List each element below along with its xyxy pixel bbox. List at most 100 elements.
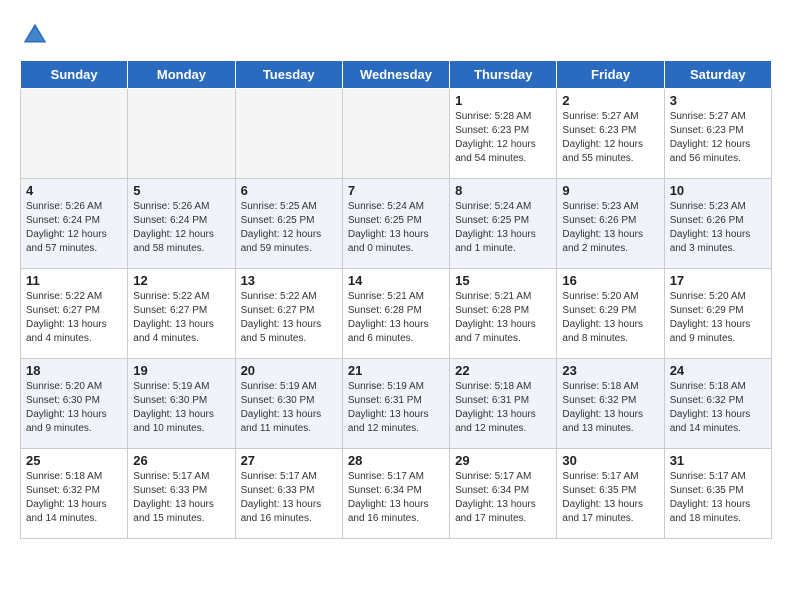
week-row-1: 1 Sunrise: 5:28 AM Sunset: 6:23 PM Daylig… <box>21 89 772 179</box>
day-number: 14 <box>348 273 444 288</box>
calendar-cell-17: 17 Sunrise: 5:20 AM Sunset: 6:29 PM Dayli… <box>664 269 771 359</box>
day-number: 23 <box>562 363 658 378</box>
day-number: 2 <box>562 93 658 108</box>
calendar-cell-empty <box>21 89 128 179</box>
day-number: 7 <box>348 183 444 198</box>
calendar-cell-7: 7Sunrise: 5:24 AM Sunset: 6:25 PM Daylig… <box>342 179 449 269</box>
day-number: 21 <box>348 363 444 378</box>
calendar-cell-23: 23Sunrise: 5:18 AM Sunset: 6:32 PM Dayli… <box>557 359 664 449</box>
day-number: 3 <box>670 93 766 108</box>
day-number: 31 <box>670 453 766 468</box>
page-header <box>20 20 772 50</box>
calendar-cell-13: 13 Sunrise: 5:22 AM Sunset: 6:27 PM Dayli… <box>235 269 342 359</box>
day-info: Sunrise: 5:21 AM Sunset: 6:28 PM Dayligh… <box>348 290 444 346</box>
week-row-2: 4 Sunrise: 5:26 AM Sunset: 6:24 PM Daylig… <box>21 179 772 269</box>
week-row-3: 11 Sunrise: 5:22 AM Sunset: 6:27 PM Dayli… <box>21 269 772 359</box>
week-row-5: 25 Sunrise: 5:18 AM Sunset: 6:32 PM Dayli… <box>21 449 772 539</box>
calendar-cell-19: 19 Sunrise: 5:19 AM Sunset: 6:30 PM Dayli… <box>128 359 235 449</box>
day-info: Sunrise: 5:19 AM Sunset: 6:30 PM Dayligh… <box>241 380 337 436</box>
calendar-cell-2: 2 Sunrise: 5:27 AM Sunset: 6:23 PM Daylig… <box>557 89 664 179</box>
day-number: 29 <box>455 453 551 468</box>
day-number: 9 <box>562 183 658 198</box>
calendar-cell-27: 27Sunrise: 5:17 AM Sunset: 6:33 PM Dayli… <box>235 449 342 539</box>
calendar-cell-10: 10 Sunrise: 5:23 AM Sunset: 6:26 PM Dayli… <box>664 179 771 269</box>
day-info: Sunrise: 5:17 AM Sunset: 6:34 PM Dayligh… <box>455 470 551 526</box>
calendar-cell-empty <box>235 89 342 179</box>
weekday-header-sunday: Sunday <box>21 61 128 89</box>
day-info: Sunrise: 5:27 AM Sunset: 6:23 PM Dayligh… <box>562 110 658 166</box>
calendar-cell-31: 31 Sunrise: 5:17 AM Sunset: 6:35 PM Dayli… <box>664 449 771 539</box>
day-info: Sunrise: 5:26 AM Sunset: 6:24 PM Dayligh… <box>133 200 229 256</box>
calendar-cell-12: 12 Sunrise: 5:22 AM Sunset: 6:27 PM Dayli… <box>128 269 235 359</box>
day-info: Sunrise: 5:19 AM Sunset: 6:30 PM Dayligh… <box>133 380 229 436</box>
calendar-cell-6: 6 Sunrise: 5:25 AM Sunset: 6:25 PM Daylig… <box>235 179 342 269</box>
calendar-cell-26: 26 Sunrise: 5:17 AM Sunset: 6:33 PM Dayli… <box>128 449 235 539</box>
day-info: Sunrise: 5:20 AM Sunset: 6:29 PM Dayligh… <box>670 290 766 346</box>
day-info: Sunrise: 5:27 AM Sunset: 6:23 PM Dayligh… <box>670 110 766 166</box>
day-info: Sunrise: 5:19 AM Sunset: 6:31 PM Dayligh… <box>348 380 444 436</box>
calendar-cell-15: 15Sunrise: 5:21 AM Sunset: 6:28 PM Dayli… <box>450 269 557 359</box>
calendar-cell-22: 22Sunrise: 5:18 AM Sunset: 6:31 PM Dayli… <box>450 359 557 449</box>
calendar-cell-16: 16 Sunrise: 5:20 AM Sunset: 6:29 PM Dayli… <box>557 269 664 359</box>
day-info: Sunrise: 5:25 AM Sunset: 6:25 PM Dayligh… <box>241 200 337 256</box>
calendar-table: SundayMondayTuesdayWednesdayThursdayFrid… <box>20 60 772 539</box>
day-info: Sunrise: 5:28 AM Sunset: 6:23 PM Dayligh… <box>455 110 551 166</box>
day-info: Sunrise: 5:17 AM Sunset: 6:35 PM Dayligh… <box>562 470 658 526</box>
day-number: 13 <box>241 273 337 288</box>
calendar-cell-8: 8Sunrise: 5:24 AM Sunset: 6:25 PM Daylig… <box>450 179 557 269</box>
day-number: 11 <box>26 273 122 288</box>
day-info: Sunrise: 5:17 AM Sunset: 6:33 PM Dayligh… <box>133 470 229 526</box>
day-info: Sunrise: 5:20 AM Sunset: 6:30 PM Dayligh… <box>26 380 122 436</box>
weekday-header-monday: Monday <box>128 61 235 89</box>
calendar-cell-empty <box>128 89 235 179</box>
calendar-cell-1: 1 Sunrise: 5:28 AM Sunset: 6:23 PM Daylig… <box>450 89 557 179</box>
calendar-cell-30: 30 Sunrise: 5:17 AM Sunset: 6:35 PM Dayli… <box>557 449 664 539</box>
day-number: 6 <box>241 183 337 198</box>
calendar-cell-18: 18 Sunrise: 5:20 AM Sunset: 6:30 PM Dayli… <box>21 359 128 449</box>
day-number: 16 <box>562 273 658 288</box>
day-number: 1 <box>455 93 551 108</box>
logo-icon <box>20 20 50 50</box>
day-info: Sunrise: 5:17 AM Sunset: 6:34 PM Dayligh… <box>348 470 444 526</box>
weekday-header-saturday: Saturday <box>664 61 771 89</box>
day-info: Sunrise: 5:18 AM Sunset: 6:32 PM Dayligh… <box>26 470 122 526</box>
day-info: Sunrise: 5:23 AM Sunset: 6:26 PM Dayligh… <box>670 200 766 256</box>
calendar-cell-29: 29 Sunrise: 5:17 AM Sunset: 6:34 PM Dayli… <box>450 449 557 539</box>
day-number: 25 <box>26 453 122 468</box>
day-info: Sunrise: 5:17 AM Sunset: 6:35 PM Dayligh… <box>670 470 766 526</box>
weekday-header-row: SundayMondayTuesdayWednesdayThursdayFrid… <box>21 61 772 89</box>
day-info: Sunrise: 5:22 AM Sunset: 6:27 PM Dayligh… <box>241 290 337 346</box>
day-number: 24 <box>670 363 766 378</box>
day-number: 18 <box>26 363 122 378</box>
calendar-cell-3: 3 Sunrise: 5:27 AM Sunset: 6:23 PM Daylig… <box>664 89 771 179</box>
day-number: 28 <box>348 453 444 468</box>
day-info: Sunrise: 5:23 AM Sunset: 6:26 PM Dayligh… <box>562 200 658 256</box>
calendar-cell-4: 4 Sunrise: 5:26 AM Sunset: 6:24 PM Daylig… <box>21 179 128 269</box>
day-info: Sunrise: 5:22 AM Sunset: 6:27 PM Dayligh… <box>133 290 229 346</box>
day-info: Sunrise: 5:17 AM Sunset: 6:33 PM Dayligh… <box>241 470 337 526</box>
calendar-cell-24: 24 Sunrise: 5:18 AM Sunset: 6:32 PM Dayli… <box>664 359 771 449</box>
weekday-header-wednesday: Wednesday <box>342 61 449 89</box>
calendar-cell-20: 20Sunrise: 5:19 AM Sunset: 6:30 PM Dayli… <box>235 359 342 449</box>
weekday-header-tuesday: Tuesday <box>235 61 342 89</box>
calendar-cell-11: 11Sunrise: 5:22 AM Sunset: 6:27 PM Dayli… <box>21 269 128 359</box>
day-number: 4 <box>26 183 122 198</box>
day-number: 10 <box>670 183 766 198</box>
day-info: Sunrise: 5:20 AM Sunset: 6:29 PM Dayligh… <box>562 290 658 346</box>
day-number: 30 <box>562 453 658 468</box>
day-number: 5 <box>133 183 229 198</box>
day-number: 17 <box>670 273 766 288</box>
day-info: Sunrise: 5:18 AM Sunset: 6:31 PM Dayligh… <box>455 380 551 436</box>
calendar-cell-25: 25 Sunrise: 5:18 AM Sunset: 6:32 PM Dayli… <box>21 449 128 539</box>
day-number: 26 <box>133 453 229 468</box>
calendar-cell-5: 5 Sunrise: 5:26 AM Sunset: 6:24 PM Daylig… <box>128 179 235 269</box>
calendar-cell-empty <box>342 89 449 179</box>
day-number: 12 <box>133 273 229 288</box>
calendar-cell-28: 28 Sunrise: 5:17 AM Sunset: 6:34 PM Dayli… <box>342 449 449 539</box>
weekday-header-friday: Friday <box>557 61 664 89</box>
day-info: Sunrise: 5:18 AM Sunset: 6:32 PM Dayligh… <box>670 380 766 436</box>
day-info: Sunrise: 5:26 AM Sunset: 6:24 PM Dayligh… <box>26 200 122 256</box>
calendar-cell-9: 9 Sunrise: 5:23 AM Sunset: 6:26 PM Daylig… <box>557 179 664 269</box>
calendar-cell-21: 21 Sunrise: 5:19 AM Sunset: 6:31 PM Dayli… <box>342 359 449 449</box>
day-number: 19 <box>133 363 229 378</box>
